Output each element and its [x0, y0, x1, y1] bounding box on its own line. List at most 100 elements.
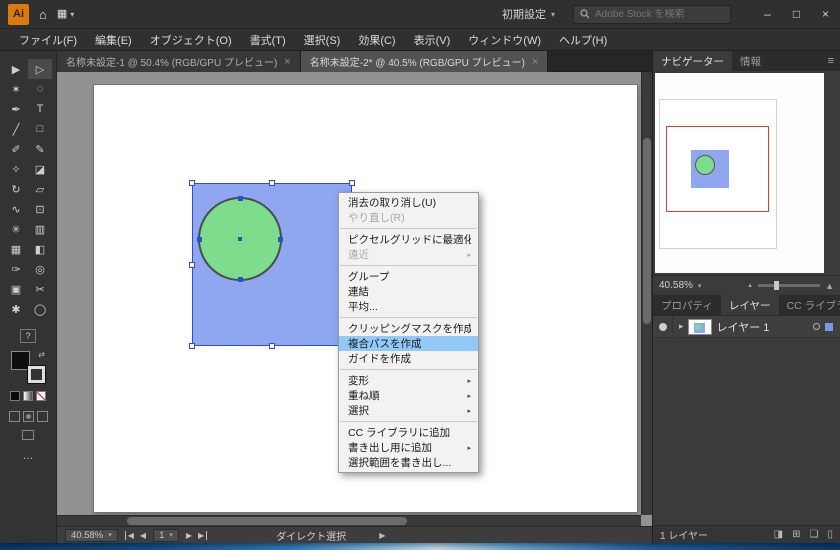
search-input[interactable]	[595, 8, 719, 20]
panel-menu-icon[interactable]: ≡	[822, 51, 840, 71]
expand-layer-icon[interactable]: ▸	[679, 321, 684, 332]
make-mask-icon[interactable]: ◨	[774, 529, 783, 540]
ctx-group[interactable]: グループ	[339, 269, 478, 284]
document-tab-2[interactable]: 名称未設定-2* @ 40.5% (RGB/GPU プレビュー) ×	[300, 51, 549, 72]
symbol-sprayer-tool[interactable]: ✳	[4, 219, 28, 239]
layer-selection-indicator[interactable]	[825, 322, 833, 331]
scrollbar-thumb[interactable]	[643, 138, 651, 325]
document-tab-1[interactable]: 名称未設定-1 @ 50.4% (RGB/GPU プレビュー) ×	[57, 51, 301, 72]
zoom-in-icon[interactable]: ▲	[825, 281, 834, 291]
pen-tool[interactable]: ✒	[4, 99, 28, 119]
ctx-add-to-export[interactable]: 書き出し用に追加 ▸	[339, 440, 478, 455]
menu-edit[interactable]: 編集(E)	[86, 32, 141, 48]
zoom-slider[interactable]	[758, 281, 821, 290]
draw-behind-icon[interactable]	[22, 411, 34, 422]
anchor-point[interactable]	[238, 196, 243, 201]
menu-view[interactable]: 表示(V)	[405, 32, 460, 48]
close-button[interactable]: ×	[811, 0, 840, 29]
ctx-make-guides[interactable]: ガイドを作成	[339, 351, 478, 366]
zoom-level-dropdown[interactable]: 40.58% ▾	[65, 528, 118, 542]
gradient-tool[interactable]: ◧	[28, 239, 52, 259]
status-expand-icon[interactable]: ▶	[379, 531, 385, 540]
menu-type[interactable]: 書式(T)	[241, 32, 295, 48]
visibility-cell[interactable]	[653, 316, 673, 337]
menu-effect[interactable]: 効果(C)	[349, 32, 404, 48]
horizontal-scrollbar[interactable]	[57, 515, 641, 526]
eyedropper-tool[interactable]: ✑	[4, 259, 28, 279]
vertical-scrollbar[interactable]	[641, 72, 652, 515]
zoom-out-icon[interactable]: ▲	[747, 283, 753, 289]
gradient-button[interactable]	[23, 391, 33, 401]
artboard-number-dropdown[interactable]: 1 ▾	[153, 528, 179, 542]
ctx-join[interactable]: 連結	[339, 284, 478, 299]
mesh-tool[interactable]: ▦	[4, 239, 28, 259]
swap-fill-stroke-icon[interactable]: ⇄	[38, 351, 45, 359]
ctx-make-clipping-mask[interactable]: クリッピングマスクを作成	[339, 321, 478, 336]
selection-tool[interactable]: ▶	[4, 59, 28, 79]
ctx-average[interactable]: 平均...	[339, 299, 478, 314]
previous-artboard-button[interactable]: ◀	[140, 531, 146, 540]
close-icon[interactable]: ×	[284, 56, 290, 68]
menu-file[interactable]: ファイル(F)	[10, 32, 86, 48]
eraser-tool[interactable]: ◪	[28, 159, 52, 179]
magic-wand-tool[interactable]: ✶	[4, 79, 28, 99]
ctx-add-to-cc-library[interactable]: CC ライブラリに追加	[339, 425, 478, 440]
type-tool[interactable]: T	[28, 99, 52, 119]
anchor-point[interactable]	[197, 237, 202, 242]
shaper-tool[interactable]: ✧	[4, 159, 28, 179]
rectangle-tool[interactable]: □	[28, 119, 52, 139]
pencil-tool[interactable]: ✎	[28, 139, 52, 159]
next-artboard-button[interactable]: ▶	[186, 531, 192, 540]
ctx-select[interactable]: 選択 ▸	[339, 403, 478, 418]
tab-properties[interactable]: プロパティ	[653, 295, 721, 315]
delete-layer-icon[interactable]: ▯	[827, 529, 833, 540]
stroke-swatch[interactable]	[27, 365, 46, 384]
ctx-export-selection[interactable]: 選択範囲を書き出し...	[339, 455, 478, 470]
zoom-slider-thumb[interactable]	[774, 281, 780, 290]
help-icon[interactable]: ?	[20, 329, 36, 343]
anchor-point[interactable]	[238, 277, 243, 282]
free-transform-tool[interactable]: ⊡	[28, 199, 52, 219]
green-circle[interactable]	[197, 196, 283, 282]
navigator-view-rectangle[interactable]	[666, 126, 769, 212]
ctx-undo-clear[interactable]: 消去の取り消し(U)	[339, 195, 478, 210]
selection-handle[interactable]	[189, 180, 195, 186]
menu-object[interactable]: オブジェクト(O)	[141, 32, 241, 48]
column-graph-tool[interactable]: ▥	[28, 219, 52, 239]
menu-select[interactable]: 選択(S)	[295, 32, 350, 48]
paintbrush-tool[interactable]: ✐	[4, 139, 28, 159]
ctx-arrange[interactable]: 重ね順 ▸	[339, 388, 478, 403]
none-button[interactable]	[36, 391, 46, 401]
color-button[interactable]	[10, 391, 20, 401]
home-icon[interactable]: ⌂	[39, 8, 47, 21]
close-icon[interactable]: ×	[532, 56, 538, 68]
new-layer-icon[interactable]: ❏	[810, 529, 819, 540]
slice-tool[interactable]: ✂	[28, 279, 52, 299]
screen-mode-icon[interactable]	[22, 430, 34, 440]
ctx-make-compound-path[interactable]: 複合パスを作成	[339, 336, 478, 351]
layer-row[interactable]: ▸ レイヤー 1	[653, 316, 840, 338]
anchor-point[interactable]	[278, 237, 283, 242]
tab-info[interactable]: 情報	[732, 51, 769, 71]
lasso-tool[interactable]: ◌	[28, 79, 52, 99]
more-tools-icon[interactable]: …	[23, 450, 34, 462]
direct-selection-tool[interactable]: ▷	[28, 59, 52, 79]
ctx-pixel-grid[interactable]: ピクセルグリッドに最適化	[339, 232, 478, 247]
minimize-button[interactable]: –	[753, 0, 782, 29]
adobe-stock-search[interactable]	[573, 4, 731, 24]
layer-target-icon[interactable]	[813, 323, 820, 330]
arrange-documents-button[interactable]: ▦ ▾	[57, 8, 74, 20]
canvas[interactable]: 消去の取り消し(U) やり直し(R) ピクセルグリッドに最適化 遠近 ▸ グループ…	[57, 72, 652, 526]
draw-inside-icon[interactable]	[36, 411, 48, 422]
ctx-transform[interactable]: 変形 ▸	[339, 373, 478, 388]
selection-handle[interactable]	[269, 343, 275, 349]
navigator-preview[interactable]	[655, 73, 824, 273]
chevron-down-icon[interactable]: ▾	[698, 282, 702, 290]
layer-name[interactable]: レイヤー 1	[717, 319, 770, 335]
workspace-switcher[interactable]: 初期設定 ▾	[502, 6, 555, 22]
menu-help[interactable]: ヘルプ(H)	[550, 32, 616, 48]
selection-handle[interactable]	[189, 261, 195, 268]
line-segment-tool[interactable]: ╱	[4, 119, 28, 139]
rotate-tool[interactable]: ↻	[4, 179, 28, 199]
width-tool[interactable]: ∿	[4, 199, 28, 219]
